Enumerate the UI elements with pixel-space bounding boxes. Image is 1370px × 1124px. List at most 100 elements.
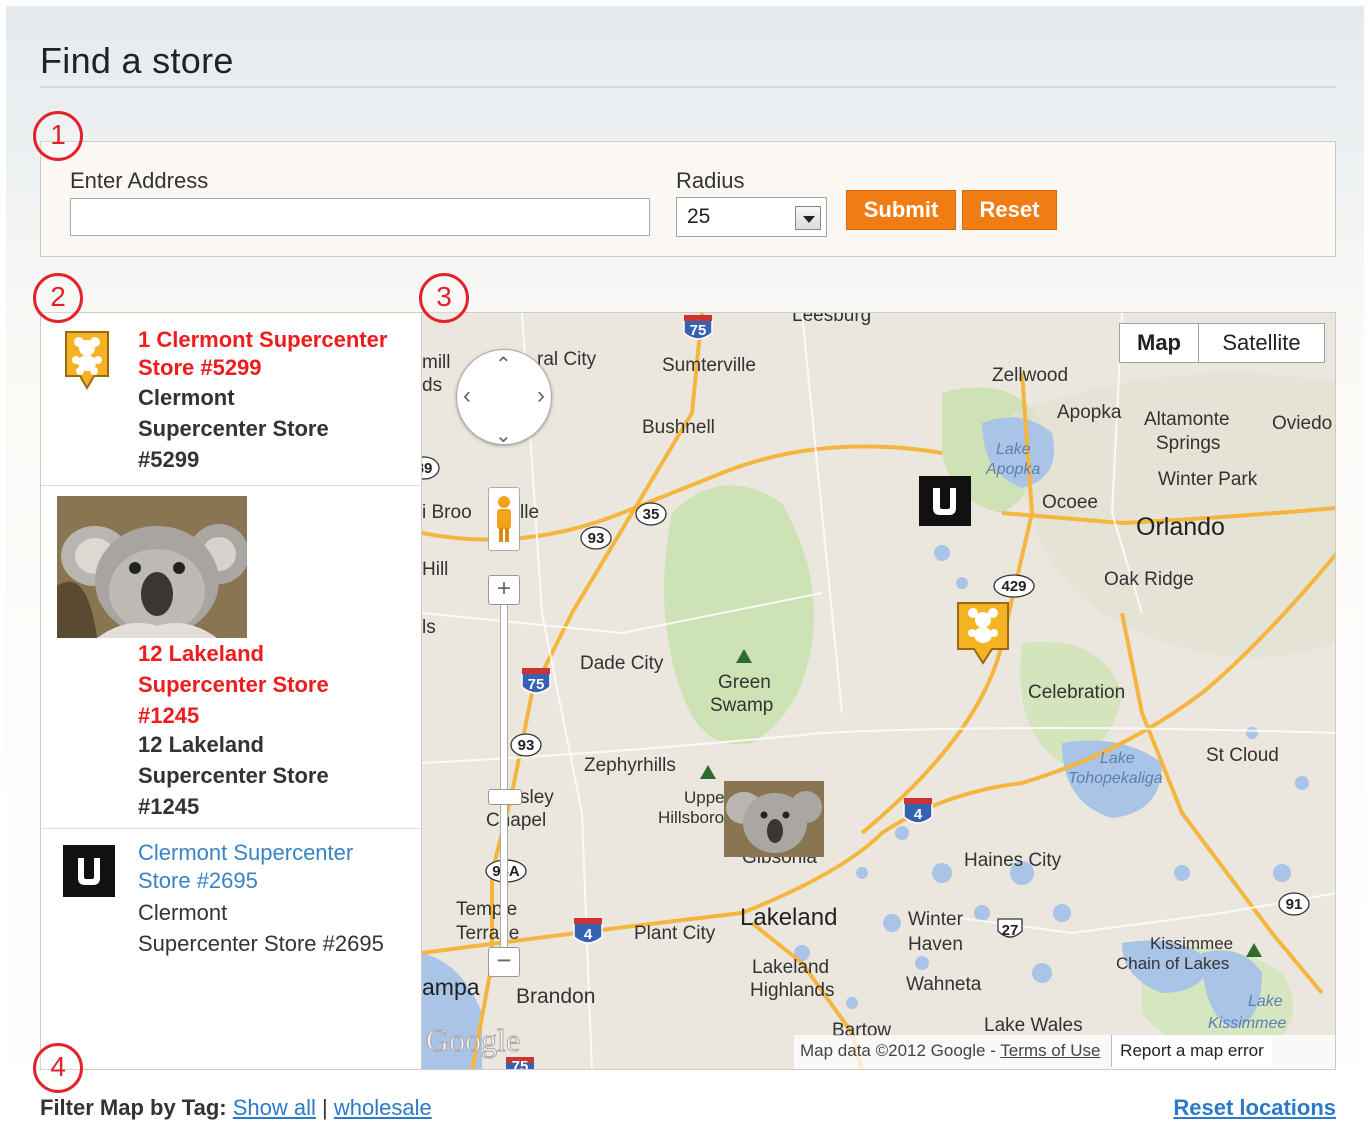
map-label: Lake — [1248, 993, 1283, 1010]
map-label: Chain of Lakes — [1116, 954, 1229, 973]
street-view-pegman[interactable] — [488, 487, 520, 551]
zoom-slider-track[interactable] — [500, 575, 508, 967]
koala-photo[interactable] — [57, 496, 247, 638]
store-link[interactable]: 1 Clermont Supercenter Store #5299 — [138, 326, 387, 382]
map-label: Uppe — [684, 788, 725, 807]
map-attribution-bar: Map data ©2012 Google - Terms of Use Rep… — [794, 1035, 1335, 1069]
teddy-bear-marker-icon[interactable] — [64, 330, 110, 392]
map-label: Chapel — [486, 810, 546, 831]
map-label: Plant City — [634, 923, 716, 944]
step-marker-2: 2 — [33, 273, 83, 323]
list-item: 1 Clermont Supercenter Store #5299 Clerm… — [41, 313, 421, 486]
map-label: i Broo — [422, 502, 472, 523]
map-label: ls — [422, 617, 436, 638]
map-label: Dade City — [580, 653, 664, 674]
store-desc-line: #5299 — [138, 447, 200, 472]
page-title: Find a store — [40, 40, 234, 81]
map-tiles[interactable]: Leesburg Sumterville ral City mill ds Bu… — [422, 313, 1336, 1070]
reset-button[interactable]: Reset — [962, 190, 1057, 230]
store-desc-line: 12 Lakeland — [138, 732, 264, 757]
map-label: Wahneta — [906, 974, 982, 995]
map-label: Swamp — [710, 695, 773, 716]
map-type-satellite-button[interactable]: Satellite — [1198, 323, 1325, 363]
map-label: Lakeland — [740, 904, 837, 931]
address-label: Enter Address — [70, 168, 209, 193]
store-link-line[interactable]: #1245 — [138, 700, 329, 731]
map-type-map-button[interactable]: Map — [1119, 323, 1199, 363]
store-link[interactable]: 12 Lakeland Supercenter Store #1245 — [138, 638, 329, 731]
store-list: 1 Clermont Supercenter Store #5299 Clerm… — [40, 312, 421, 1070]
map-label: Winter — [908, 909, 964, 930]
filter-bar: Filter Map by Tag: Show all | wholesale — [40, 1095, 432, 1121]
map-label: ampa — [422, 974, 480, 1000]
interstate-shield: 4 — [573, 918, 603, 944]
map-label: lle — [520, 502, 539, 523]
chevron-left-icon[interactable]: ‹ — [463, 382, 471, 410]
store-link-line[interactable]: 1 Clermont Supercenter — [138, 326, 387, 354]
zoom-out-button[interactable]: − — [488, 947, 520, 977]
zoom-slider-handle[interactable] — [488, 789, 522, 805]
chevron-down-icon[interactable] — [795, 206, 821, 230]
radius-value: 25 — [687, 205, 711, 228]
map-label: Lake — [996, 441, 1031, 458]
store-description: Clermont Supercenter Store #5299 — [138, 382, 329, 475]
store-desc-line: Supercenter Store — [138, 416, 329, 441]
map-label: Apopka — [985, 461, 1040, 478]
store-desc-line: Clermont — [138, 385, 235, 410]
shield-number: 75 — [512, 1058, 529, 1070]
map-canvas[interactable]: Leesburg Sumterville ral City mill ds Bu… — [421, 312, 1336, 1070]
chevron-right-icon[interactable]: › — [537, 382, 545, 410]
report-map-error-link[interactable]: Report a map error — [1111, 1035, 1272, 1067]
map-label: Bushnell — [642, 417, 715, 438]
store-description: Clermont Supercenter Store #2695 — [138, 897, 384, 959]
store-link-line[interactable]: 12 Lakeland — [138, 638, 329, 669]
interstate-shield: 75 — [521, 668, 551, 694]
filter-separator: | — [322, 1095, 328, 1120]
interstate-shield: 4 — [903, 798, 933, 824]
store-link-line[interactable]: Store #5299 — [138, 354, 387, 382]
shield-number: 75 — [528, 676, 545, 693]
submit-button[interactable]: Submit — [846, 190, 956, 230]
map-label: Leesburg — [792, 313, 871, 326]
terms-of-use-link[interactable]: Terms of Use — [1000, 1041, 1100, 1060]
map-label: Haven — [908, 934, 963, 955]
store-link-line[interactable]: Store #2695 — [138, 867, 353, 895]
pan-control[interactable]: ⌃ ⌄ ‹ › — [456, 349, 552, 448]
map-label: Lake Wales — [984, 1015, 1083, 1036]
store-link[interactable]: Clermont Supercenter Store #2695 — [138, 839, 353, 895]
filter-wholesale-link[interactable]: wholesale — [334, 1095, 432, 1120]
map-label: Celebration — [1028, 682, 1125, 703]
reset-locations-container: Reset locations — [1173, 1095, 1336, 1121]
u-store-marker[interactable] — [919, 476, 971, 526]
store-desc-line: Supercenter Store #2695 — [138, 931, 384, 956]
google-logo: Google — [426, 1022, 520, 1058]
u-logo-icon[interactable] — [63, 845, 115, 897]
shield-number: 4 — [914, 806, 923, 823]
radius-select[interactable]: 25 — [676, 197, 827, 237]
map-label: Sumterville — [662, 355, 756, 376]
koala-marker[interactable] — [724, 781, 824, 857]
reset-locations-link[interactable]: Reset locations — [1173, 1095, 1336, 1120]
step-marker-3: 3 — [419, 273, 469, 323]
chevron-up-icon[interactable]: ⌃ — [495, 352, 512, 377]
map-label: St Cloud — [1206, 745, 1279, 766]
shield-number: 35 — [643, 506, 660, 523]
chevron-down-icon[interactable]: ⌄ — [495, 423, 512, 448]
shield-number: 75 — [690, 322, 707, 339]
store-link-line[interactable]: Supercenter Store — [138, 669, 329, 700]
map-label: Springs — [1156, 433, 1220, 454]
shield-number: 89 — [422, 460, 432, 477]
address-input[interactable] — [70, 198, 650, 236]
map-label: Zephyrhills — [584, 755, 676, 776]
zoom-in-button[interactable]: + — [488, 575, 520, 605]
shield-number: 93 — [518, 737, 535, 754]
filter-show-all-link[interactable]: Show all — [233, 1095, 316, 1120]
step-marker-4: 4 — [33, 1043, 83, 1093]
step-marker-1: 1 — [33, 111, 83, 161]
pegman-icon — [497, 496, 511, 542]
map-label: Lake — [1100, 750, 1135, 767]
map-label: Hillsboro — [658, 808, 724, 827]
map-label: Apopka — [1057, 402, 1122, 423]
map-label: Terrace — [456, 923, 519, 944]
store-link-line[interactable]: Clermont Supercenter — [138, 839, 353, 867]
